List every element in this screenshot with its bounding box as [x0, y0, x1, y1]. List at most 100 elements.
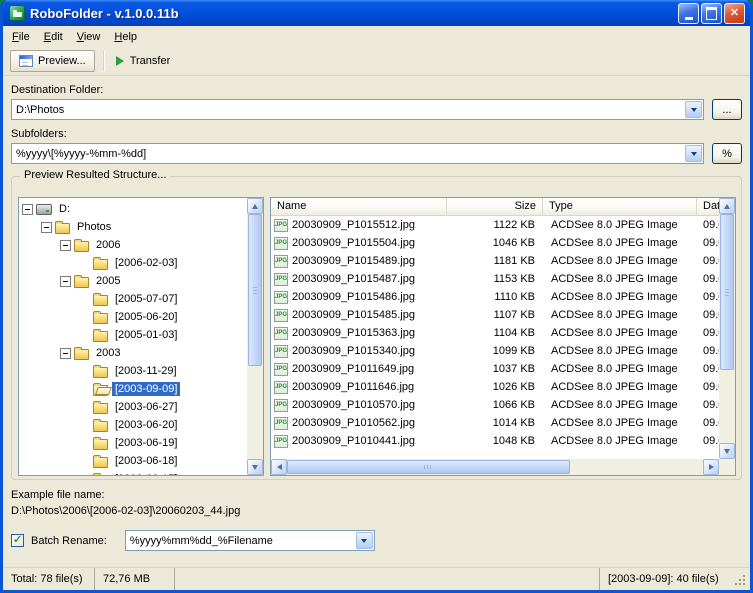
- subfolders-combobox[interactable]: %yyyy\[%yyyy-%mm-%dd]: [11, 143, 704, 164]
- tree-scroll-thumb[interactable]: [248, 214, 262, 366]
- file-list-scroll-track[interactable]: [719, 214, 735, 443]
- chevron-down-icon: [691, 108, 697, 112]
- column-header-name[interactable]: Name: [271, 198, 447, 215]
- tree-vertical-scrollbar[interactable]: [247, 198, 263, 475]
- tree-item[interactable]: D:: [19, 200, 247, 218]
- file-name-cell: 20030909_P1015489.jpg: [271, 255, 447, 268]
- menu-item-edit[interactable]: Edit: [37, 28, 70, 46]
- tree-item-label[interactable]: [2003-06-18]: [112, 454, 180, 468]
- tree-item[interactable]: [2005-01-03]: [19, 326, 247, 344]
- horizontal-scroll-thumb[interactable]: [287, 460, 570, 474]
- tree-expander-icon[interactable]: [60, 348, 71, 359]
- tree-expander-icon[interactable]: [22, 204, 33, 215]
- batch-rename-checkbox[interactable]: [11, 534, 24, 547]
- tree-item-label[interactable]: [2003-06-27]: [112, 400, 180, 414]
- tree-item-label[interactable]: [2003-06-17]: [112, 472, 180, 475]
- file-date-modified: 09.0: [697, 237, 719, 249]
- tree-item-label[interactable]: [2003-06-20]: [112, 418, 180, 432]
- column-header-date-mo[interactable]: Date Mo: [697, 198, 719, 215]
- tree-item-label[interactable]: D:: [56, 202, 73, 216]
- tree-item[interactable]: [2003-06-18]: [19, 452, 247, 470]
- horizontal-scroll-track[interactable]: [287, 459, 703, 475]
- file-name: 20030909_P1010570.jpg: [292, 399, 415, 411]
- tree-item-label[interactable]: [2003-09-09]: [112, 382, 180, 396]
- file-row[interactable]: 20030909_P1015363.jpg 1104 KB ACDSee 8.0…: [271, 324, 719, 342]
- batch-rename-combobox[interactable]: %yyyy%mm%dd_%Filename: [125, 530, 375, 551]
- file-row[interactable]: 20030909_P1015504.jpg 1046 KB ACDSee 8.0…: [271, 234, 719, 252]
- batch-rename-dropdown-button[interactable]: [356, 532, 373, 549]
- status-panel-1: Total: 78 file(s): [3, 568, 95, 590]
- tree-item[interactable]: [2006-02-03]: [19, 254, 247, 272]
- tree-item[interactable]: 2005: [19, 272, 247, 290]
- destination-folder-combobox[interactable]: D:\Photos: [11, 99, 704, 120]
- preview-button[interactable]: Preview...: [10, 50, 95, 72]
- scroll-right-button[interactable]: [703, 459, 719, 475]
- tree-item-label[interactable]: [2005-01-03]: [112, 328, 180, 342]
- tree-item[interactable]: [2005-06-20]: [19, 308, 247, 326]
- tree-item[interactable]: [2005-07-07]: [19, 290, 247, 308]
- file-list-body[interactable]: 20030909_P1015512.jpg 1122 KB ACDSee 8.0…: [271, 216, 719, 459]
- browse-button[interactable]: ...: [712, 99, 742, 120]
- menu-item-view[interactable]: View: [70, 28, 108, 46]
- tree-item-label[interactable]: [2003-11-29]: [112, 364, 180, 378]
- file-row[interactable]: 20030909_P1010570.jpg 1066 KB ACDSee 8.0…: [271, 396, 719, 414]
- tree-item[interactable]: [2003-11-29]: [19, 362, 247, 380]
- tree-item-label[interactable]: 2006: [93, 238, 123, 252]
- tree-expander-icon[interactable]: [60, 276, 71, 287]
- destination-dropdown-button[interactable]: [685, 101, 702, 118]
- scroll-up-button[interactable]: [719, 198, 735, 214]
- tree-item[interactable]: 2006: [19, 236, 247, 254]
- file-row[interactable]: 20030909_P1010562.jpg 1014 KB ACDSee 8.0…: [271, 414, 719, 432]
- tree-item-label[interactable]: 2005: [93, 274, 123, 288]
- arrow-up-icon: [724, 204, 730, 209]
- menu-item-file[interactable]: File: [5, 28, 37, 46]
- file-row[interactable]: 20030909_P1011649.jpg 1037 KB ACDSee 8.0…: [271, 360, 719, 378]
- scroll-down-button[interactable]: [719, 443, 735, 459]
- scroll-up-button[interactable]: [247, 198, 263, 214]
- file-size: 1037 KB: [447, 363, 543, 375]
- maximize-button[interactable]: [701, 3, 722, 24]
- tree-expander-icon[interactable]: [60, 240, 71, 251]
- tree-item-label[interactable]: 2003: [93, 346, 123, 360]
- transfer-button[interactable]: Transfer: [112, 55, 175, 67]
- file-row[interactable]: 20030909_P1011646.jpg 1026 KB ACDSee 8.0…: [271, 378, 719, 396]
- tree-item-label[interactable]: Photos: [74, 220, 114, 234]
- tree-scroll-track[interactable]: [247, 214, 263, 459]
- tree-item[interactable]: [2003-06-27]: [19, 398, 247, 416]
- menu-item-help[interactable]: Help: [107, 28, 144, 46]
- tree-item-label[interactable]: [2006-02-03]: [112, 256, 180, 270]
- tree-item[interactable]: [2003-06-19]: [19, 434, 247, 452]
- file-list-scroll-thumb[interactable]: [720, 214, 734, 370]
- title-bar[interactable]: RoboFolder - v.1.0.0.11b: [3, 0, 750, 26]
- file-row[interactable]: 20030909_P1010441.jpg 1048 KB ACDSee 8.0…: [271, 432, 719, 450]
- tree-expander-icon[interactable]: [41, 222, 52, 233]
- subfolders-dropdown-button[interactable]: [685, 145, 702, 162]
- folder-tree[interactable]: D: Photos 2006 [2006-02-03] 2005 [2005-0…: [19, 198, 247, 475]
- scroll-left-button[interactable]: [271, 459, 287, 475]
- file-row[interactable]: 20030909_P1015512.jpg 1122 KB ACDSee 8.0…: [271, 216, 719, 234]
- scroll-down-button[interactable]: [247, 459, 263, 475]
- tree-item[interactable]: [2003-06-20]: [19, 416, 247, 434]
- tree-item[interactable]: 2003: [19, 344, 247, 362]
- tree-item[interactable]: Photos: [19, 218, 247, 236]
- tree-item-label[interactable]: [2003-06-19]: [112, 436, 180, 450]
- column-header-type[interactable]: Type: [543, 198, 697, 215]
- file-list-horizontal-scrollbar[interactable]: [271, 459, 719, 475]
- resize-grip[interactable]: [735, 575, 747, 587]
- file-row[interactable]: 20030909_P1015486.jpg 1110 KB ACDSee 8.0…: [271, 288, 719, 306]
- jpeg-file-icon: [274, 363, 288, 376]
- mask-button[interactable]: %: [712, 143, 742, 164]
- tree-item-label[interactable]: [2005-06-20]: [112, 310, 180, 324]
- file-row[interactable]: 20030909_P1015485.jpg 1107 KB ACDSee 8.0…: [271, 306, 719, 324]
- tree-item-label[interactable]: [2005-07-07]: [112, 292, 180, 306]
- tree-item[interactable]: [2003-06-17]: [19, 470, 247, 475]
- tree-item[interactable]: [2003-09-09]: [19, 380, 247, 398]
- file-row[interactable]: 20030909_P1015489.jpg 1181 KB ACDSee 8.0…: [271, 252, 719, 270]
- example-file-name-value: D:\Photos\2006\[2006-02-03]\20060203_44.…: [11, 505, 742, 517]
- file-row[interactable]: 20030909_P1015487.jpg 1153 KB ACDSee 8.0…: [271, 270, 719, 288]
- column-header-size[interactable]: Size: [447, 198, 543, 215]
- close-button[interactable]: [724, 3, 745, 24]
- minimize-button[interactable]: [678, 3, 699, 24]
- file-list-vertical-scrollbar[interactable]: [719, 198, 735, 459]
- file-row[interactable]: 20030909_P1015340.jpg 1099 KB ACDSee 8.0…: [271, 342, 719, 360]
